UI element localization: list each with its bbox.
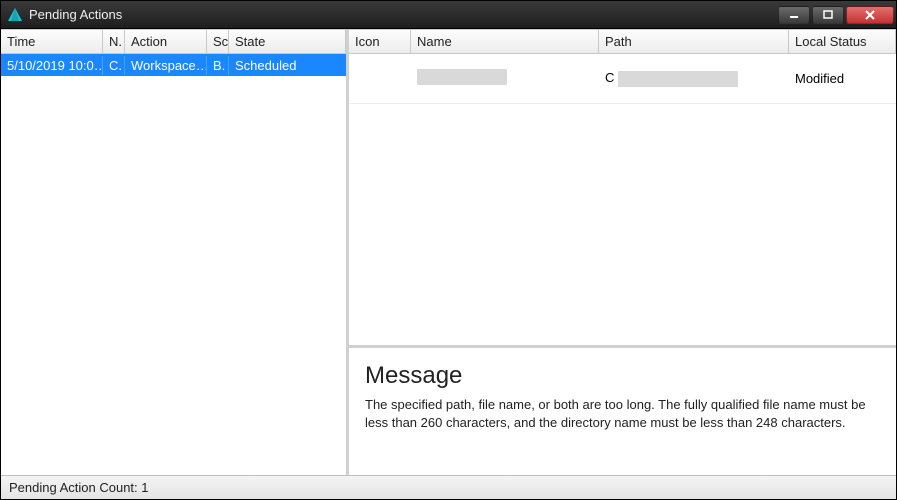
message-heading: Message (365, 362, 880, 390)
content-area: Time N. Action Sc State 5/10/2019 10:0… … (1, 29, 896, 475)
message-panel: Message The specified path, file name, o… (349, 348, 896, 475)
cell-n: C. (103, 56, 125, 75)
cell-icon (349, 67, 411, 90)
redacted-path (618, 71, 738, 87)
cell-name (411, 65, 599, 92)
app-icon (7, 7, 23, 23)
table-row[interactable]: 5/10/2019 10:0… C. Workspace… B. Schedul… (1, 54, 346, 76)
cell-time: 5/10/2019 10:0… (1, 56, 103, 75)
right-panel: Icon Name Path Local Status C (349, 30, 896, 475)
left-grid-header: Time N. Action Sc State (1, 30, 346, 54)
app-window: Pending Actions Time N. Action Sc State (0, 0, 897, 500)
cell-sc: B. (207, 56, 229, 75)
left-grid-body: 5/10/2019 10:0… C. Workspace… B. Schedul… (1, 54, 346, 475)
message-body: The specified path, file name, or both a… (365, 396, 880, 431)
col-header-time[interactable]: Time (1, 30, 103, 53)
window-title: Pending Actions (29, 7, 776, 22)
right-grid-header: Icon Name Path Local Status (349, 30, 896, 54)
col-header-action[interactable]: Action (125, 30, 207, 53)
minimize-button[interactable] (778, 6, 810, 24)
col-header-name[interactable]: Name (411, 30, 599, 53)
col-header-icon[interactable]: Icon (349, 30, 411, 53)
col-header-n[interactable]: N. (103, 30, 125, 53)
titlebar[interactable]: Pending Actions (1, 1, 896, 29)
cell-action: Workspace… (125, 56, 207, 75)
left-panel: Time N. Action Sc State 5/10/2019 10:0… … (1, 30, 349, 475)
window-controls (776, 1, 896, 28)
maximize-button[interactable] (812, 6, 844, 24)
cell-path: C (599, 66, 789, 91)
redacted-name (417, 69, 507, 85)
cell-status: Modified (789, 67, 896, 90)
cell-state: Scheduled (229, 56, 346, 75)
col-header-path[interactable]: Path (599, 30, 789, 53)
col-header-state[interactable]: State (229, 30, 346, 53)
table-row[interactable]: C Modified (349, 54, 896, 104)
status-text: Pending Action Count: 1 (9, 480, 149, 495)
col-header-status[interactable]: Local Status (789, 30, 896, 53)
status-bar: Pending Action Count: 1 (1, 475, 896, 499)
right-grid-body: C Modified (349, 54, 896, 348)
path-prefix: C (605, 70, 614, 85)
col-header-sc[interactable]: Sc (207, 30, 229, 53)
close-button[interactable] (846, 6, 894, 24)
